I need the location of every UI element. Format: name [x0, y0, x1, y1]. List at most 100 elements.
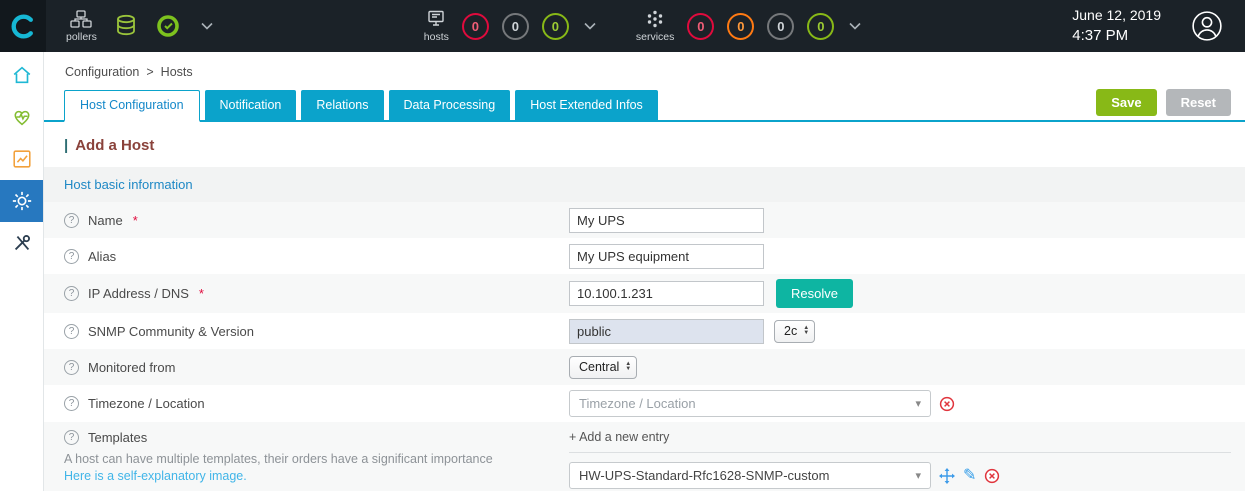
snmp-community-input[interactable] [569, 319, 764, 344]
reset-button[interactable]: Reset [1166, 89, 1231, 116]
services-warning-badge[interactable]: 0 [727, 13, 754, 40]
page-title: | Add a Host [44, 122, 1245, 167]
monitored-from-label: Monitored from [88, 360, 175, 375]
monitoring-icon [11, 106, 33, 128]
title-pipe: | [64, 137, 68, 154]
chevron-down-icon: ▾ [915, 397, 921, 410]
tools-icon [11, 232, 33, 254]
hosts-chevron-icon[interactable] [584, 22, 596, 30]
poller-state-icon[interactable] [155, 13, 181, 39]
help-icon[interactable]: ? [64, 249, 79, 264]
services-ok-badge[interactable]: 0 [807, 13, 834, 40]
pollers-chevron-icon[interactable] [201, 22, 213, 30]
tab-notification[interactable]: Notification [205, 90, 297, 120]
hosts-icon [426, 9, 446, 29]
services-icon [645, 9, 665, 29]
database-status-icon[interactable] [115, 14, 137, 38]
chevron-down-icon: ▾ [915, 469, 921, 482]
services-unknown-badge[interactable]: 0 [767, 13, 794, 40]
select-arrows-icon: ▲▼ [803, 326, 809, 336]
sidebar [0, 52, 44, 491]
save-button[interactable]: Save [1096, 89, 1156, 116]
template-select[interactable]: HW-UPS-Standard-Rfc1628-SNMP-custom ▾ [569, 462, 931, 489]
timezone-label: Timezone / Location [88, 396, 205, 411]
tab-data-processing[interactable]: Data Processing [389, 90, 511, 120]
help-icon[interactable]: ? [64, 360, 79, 375]
required-asterisk: * [133, 213, 138, 228]
services-label: services [636, 31, 675, 43]
monitored-from-value: Central [579, 360, 619, 374]
alias-input[interactable] [569, 244, 764, 269]
help-icon[interactable]: ? [64, 213, 79, 228]
help-icon[interactable]: ? [64, 396, 79, 411]
pollers-menu[interactable]: pollers [66, 9, 97, 43]
sidebar-item-configuration[interactable] [0, 180, 43, 222]
tab-relations[interactable]: Relations [301, 90, 383, 120]
poller-status-group: pollers [66, 9, 213, 43]
sidebar-item-home[interactable] [0, 54, 43, 96]
help-icon[interactable]: ? [64, 324, 79, 339]
home-icon [11, 64, 33, 86]
snmp-label: SNMP Community & Version [88, 324, 254, 339]
sidebar-item-administration[interactable] [0, 222, 43, 264]
help-icon[interactable]: ? [64, 430, 79, 445]
pollers-label: pollers [66, 31, 97, 43]
snmp-version-value: 2c [784, 324, 797, 338]
hosts-up-badge[interactable]: 0 [542, 13, 569, 40]
move-template-icon[interactable] [939, 468, 955, 484]
user-icon [1191, 10, 1223, 42]
template-selected-value: HW-UPS-Standard-Rfc1628-SNMP-custom [579, 468, 829, 483]
timezone-placeholder: Timezone / Location [579, 396, 696, 411]
reporting-icon [11, 148, 33, 170]
hosts-unreachable-badge[interactable]: 0 [502, 13, 529, 40]
name-input[interactable] [569, 208, 764, 233]
services-critical-badge[interactable]: 0 [687, 13, 714, 40]
form-row-name: ? Name * [44, 202, 1245, 238]
name-label: Name [88, 213, 123, 228]
hosts-down-badge[interactable]: 0 [462, 13, 489, 40]
gear-icon [11, 190, 33, 212]
templates-note-link[interactable]: Here is a self-explanatory image. [64, 469, 247, 483]
required-asterisk: * [199, 286, 204, 301]
title-text: Add a Host [75, 137, 154, 154]
centreon-logo[interactable] [0, 0, 46, 52]
services-chevron-icon[interactable] [849, 22, 861, 30]
templates-label: Templates [88, 430, 147, 445]
content-area: Configuration > Hosts Host Configuration… [44, 52, 1245, 491]
hosts-label: hosts [424, 31, 449, 43]
date-text: June 12, 2019 [1072, 6, 1161, 26]
ip-label: IP Address / DNS [88, 286, 189, 301]
clock: June 12, 2019 4:37 PM [1072, 6, 1161, 47]
sidebar-item-reporting[interactable] [0, 138, 43, 180]
breadcrumb-configuration[interactable]: Configuration [65, 65, 139, 79]
delete-template-icon[interactable] [984, 468, 1000, 484]
help-icon[interactable]: ? [64, 286, 79, 301]
form-row-alias: ? Alias [44, 238, 1245, 274]
monitored-from-select[interactable]: Central ▲▼ [569, 356, 637, 379]
top-bar: pollers hosts [0, 0, 1245, 52]
pollers-icon [70, 9, 92, 29]
ip-input[interactable] [569, 281, 764, 306]
profile-button[interactable] [1191, 10, 1223, 42]
edit-template-icon[interactable]: ✎ [963, 468, 976, 484]
sidebar-item-monitoring[interactable] [0, 96, 43, 138]
select-arrows-icon: ▲▼ [625, 362, 631, 372]
breadcrumb-separator: > [146, 65, 153, 79]
timezone-select[interactable]: Timezone / Location ▾ [569, 390, 931, 417]
services-status-group: services 0 0 0 0 [636, 9, 862, 43]
section-header: Host basic information [44, 167, 1245, 202]
app-root: pollers hosts [0, 0, 1245, 491]
alias-label: Alias [88, 249, 116, 264]
tab-host-extended-infos[interactable]: Host Extended Infos [515, 90, 658, 120]
snmp-version-select[interactable]: 2c ▲▼ [774, 320, 815, 343]
breadcrumb-hosts[interactable]: Hosts [161, 65, 193, 79]
timezone-clear-icon[interactable] [939, 396, 955, 412]
form-row-monitored-from: ? Monitored from Central ▲▼ [44, 349, 1245, 385]
tab-host-configuration[interactable]: Host Configuration [64, 90, 200, 122]
services-menu[interactable]: services [636, 9, 675, 43]
add-template-link[interactable]: + Add a new entry [569, 430, 1231, 453]
time-text: 4:37 PM [1072, 25, 1161, 46]
resolve-button[interactable]: Resolve [776, 279, 853, 308]
centreon-logo-icon [10, 13, 37, 40]
hosts-menu[interactable]: hosts [424, 9, 449, 43]
